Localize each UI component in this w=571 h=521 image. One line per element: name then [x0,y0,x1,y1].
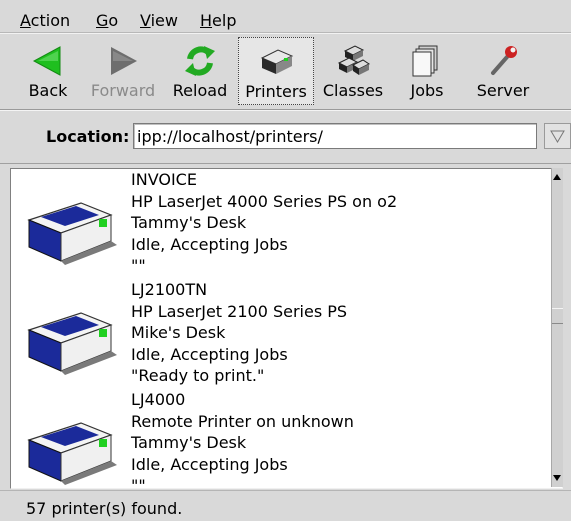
menu-go[interactable]: Go [96,11,118,31]
menu-action-mnemonic: A [20,11,31,30]
jobs-button[interactable]: Jobs [402,37,452,105]
jobs-icon [412,45,438,77]
scroll-down-icon[interactable] [553,475,561,481]
menu-bar: Action Go View Help [0,0,571,33]
printer-name: LJ4000 [131,390,186,409]
chevron-down-icon [550,130,565,143]
reload-label: Reload [172,81,228,100]
menu-go-rest: o [108,11,119,30]
back-button[interactable]: Back [22,37,74,105]
menu-view-mnemonic: V [140,11,151,30]
status-bar: 57 printer(s) found. [0,490,571,521]
printer-model: HP LaserJet 4000 Series PS on o2 [131,191,398,211]
forward-label: Forward [90,81,156,100]
menu-view-rest: iew [150,11,178,30]
menu-action-rest: ction [30,11,71,30]
printers-button[interactable]: Printers [238,37,314,105]
server-label: Server [476,81,530,100]
printer-model: Remote Printer on unknown [131,411,354,431]
menu-help[interactable]: Help [200,11,236,31]
server-wrench-icon [491,46,517,75]
printer-list[interactable]: INVOICE HP LaserJet 4000 Series PS on o2… [10,168,563,489]
forward-button[interactable]: Forward [86,37,160,105]
back-arrow-icon [32,46,61,76]
scroll-up-icon[interactable] [553,174,561,180]
printer-message: "Ready to print." [131,366,265,385]
menu-view[interactable]: View [140,11,178,31]
printer-state: Idle, Accepting Jobs [131,234,288,254]
classes-button[interactable]: Classes [318,37,388,105]
printer-details: LJ4000 Remote Printer on unknown Tammy's… [131,389,354,489]
location-bar: Location: ipp://localhost/printers/ [0,110,571,164]
printer-state: Idle, Accepting Jobs [131,344,288,364]
printer-name: LJ2100TN [131,280,208,299]
menu-go-mnemonic: G [96,11,109,30]
printer-state: Idle, Accepting Jobs [131,454,288,474]
server-button[interactable]: Server [470,37,536,105]
printer-model: HP LaserJet 2100 Series PS [131,301,348,321]
list-item[interactable]: LJ2100TN HP LaserJet 2100 Series PS Mike… [11,279,551,387]
printer-details: LJ2100TN HP LaserJet 2100 Series PS Mike… [131,279,347,387]
menu-action[interactable]: Action [20,11,70,31]
classes-icon [337,45,370,75]
forward-arrow-icon [111,47,137,75]
location-dropdown-button[interactable] [544,123,571,149]
reload-button[interactable]: Reload [170,37,230,105]
printer-location: Mike's Desk [131,323,226,342]
scroll-thumb[interactable] [552,308,563,324]
printer-details: INVOICE HP LaserJet 4000 Series PS on o2… [131,169,397,277]
classes-label: Classes [322,81,384,100]
list-item[interactable]: INVOICE HP LaserJet 4000 Series PS on o2… [11,169,551,277]
printers-label: Printers [245,82,307,101]
printer-icon [27,202,117,265]
menu-help-rest: elp [212,11,237,30]
reload-icon [185,46,215,76]
printer-icon [27,312,117,375]
back-label: Back [28,81,68,100]
jobs-label: Jobs [410,81,444,100]
toolbar: Back Forward Reload Printers Classes Job… [0,33,571,110]
status-text: 57 printer(s) found. [26,499,183,518]
printer-location: Tammy's Desk [131,213,247,232]
list-item[interactable]: LJ4000 Remote Printer on unknown Tammy's… [11,389,551,489]
location-input[interactable]: ipp://localhost/printers/ [133,123,537,149]
printer-message: "" [131,476,146,489]
printer-message: "" [131,256,146,275]
printer-icon [27,422,117,485]
menu-help-mnemonic: H [200,11,213,30]
printer-icon [260,49,294,74]
list-scrollbar[interactable] [551,168,563,487]
location-label: Location: [46,127,130,146]
printer-location: Tammy's Desk [131,433,247,452]
printer-name: INVOICE [131,170,197,189]
